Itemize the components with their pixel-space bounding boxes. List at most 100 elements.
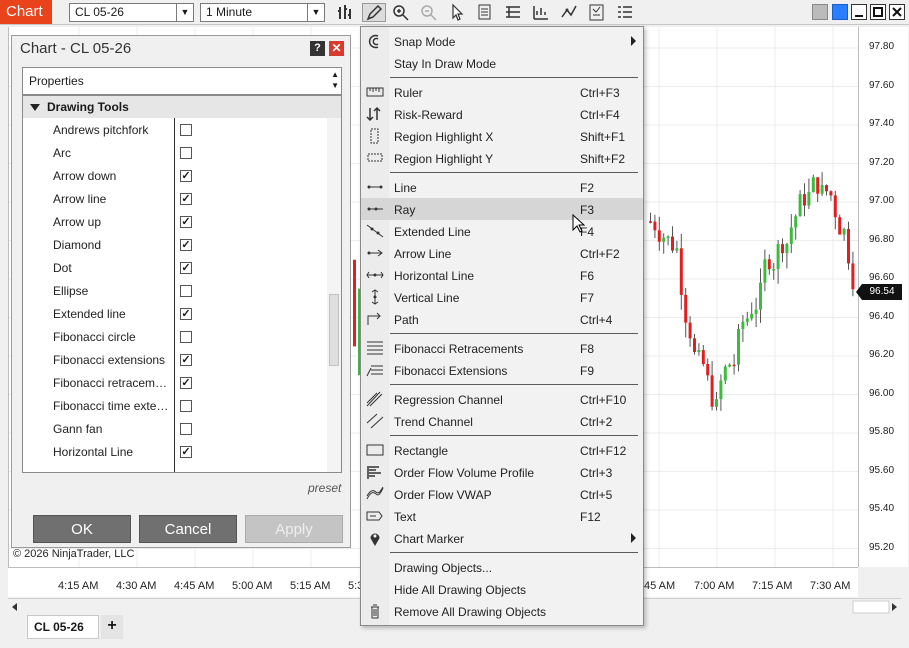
candle-up <box>842 228 846 235</box>
candle-up <box>697 350 701 353</box>
bar-type-icon[interactable] <box>335 3 355 22</box>
menu-item-label: Fibonacci Extensions <box>394 364 508 378</box>
menu-item-stay-in-draw-mode[interactable]: Stay In Draw Mode <box>361 52 643 74</box>
rectangle-icon <box>366 442 384 458</box>
menu-item-ruler[interactable]: Ruler Ctrl+F3 <box>361 81 643 103</box>
close-icon[interactable]: ✕ <box>329 41 344 56</box>
menu-item-order-flow-volume-profile[interactable]: Order Flow Volume Profile Ctrl+3 <box>361 461 643 483</box>
properties-label: Properties <box>29 74 84 88</box>
menu-item-shortcut: Shift+F2 <box>580 152 626 166</box>
menu-item-drawing-objects[interactable]: Drawing Objects... <box>361 556 643 578</box>
candle-up <box>794 216 798 228</box>
list-icon[interactable] <box>615 3 635 22</box>
data-box-icon[interactable] <box>475 3 495 22</box>
menu-item-fibonacci-extensions[interactable]: Fibonacci Extensions F9 <box>361 359 643 381</box>
menu-item-path[interactable]: Path Ctrl+4 <box>361 308 643 330</box>
menu-item-rectangle[interactable]: Rectangle Ctrl+F12 <box>361 439 643 461</box>
tree-scrollbar[interactable] <box>327 118 341 472</box>
y-tick: 97.40 <box>869 118 895 129</box>
expand-triangle-icon[interactable] <box>30 104 40 111</box>
window-color-blue[interactable] <box>832 4 848 20</box>
checkbox-checked[interactable]: ✓ <box>180 377 192 389</box>
menu-item-vertical-line[interactable]: Vertical Line F7 <box>361 286 643 308</box>
checkbox-unchecked[interactable] <box>180 331 192 343</box>
menu-item-fibonacci-retracements[interactable]: Fibonacci Retracements F8 <box>361 337 643 359</box>
candle-up <box>737 329 740 365</box>
pointer-icon[interactable] <box>447 3 467 22</box>
checkbox-checked[interactable]: ✓ <box>180 308 192 320</box>
checkbox-checked[interactable]: ✓ <box>180 193 192 205</box>
help-icon[interactable]: ? <box>310 41 325 56</box>
zoom-in-icon[interactable] <box>391 3 411 22</box>
menu-item-text[interactable]: Text F12 <box>361 505 643 527</box>
spinner-icon[interactable]: ▲ ▼ <box>331 69 339 91</box>
apply-button[interactable]: Apply <box>245 515 343 543</box>
checkbox-unchecked[interactable] <box>180 400 192 412</box>
checkbox-unchecked[interactable] <box>180 124 192 136</box>
drawing-tools-icon[interactable] <box>362 3 386 22</box>
candle-down <box>653 221 657 231</box>
instrument-selector[interactable]: CL 05-26 ▼ <box>69 3 194 22</box>
checkbox-checked[interactable]: ✓ <box>180 216 192 228</box>
ok-button[interactable]: OK <box>33 515 131 543</box>
y-tick: 95.40 <box>869 503 895 514</box>
menu-item-regression-channel[interactable]: Regression Channel Ctrl+F10 <box>361 388 643 410</box>
add-tab-button[interactable]: + <box>101 615 123 639</box>
y-tick: 96.40 <box>869 310 895 322</box>
menu-separator <box>390 333 638 334</box>
minimize-icon[interactable] <box>851 4 867 20</box>
window-color-grey[interactable] <box>812 4 828 20</box>
menu-item-chart-marker[interactable]: Chart Marker <box>361 527 643 549</box>
candle-down <box>767 259 771 270</box>
menu-item-line[interactable]: Line F2 <box>361 176 643 198</box>
properties-selector[interactable]: Properties ▲ ▼ <box>22 67 342 95</box>
checkbox-checked[interactable]: ✓ <box>180 170 192 182</box>
strategies-icon[interactable] <box>559 3 579 22</box>
candle-up <box>728 364 732 367</box>
menu-item-risk-reward[interactable]: Risk-Reward Ctrl+F4 <box>361 103 643 125</box>
checkbox-unchecked[interactable] <box>180 285 192 297</box>
zoom-out-icon[interactable] <box>419 3 439 22</box>
templates-icon[interactable] <box>503 3 523 22</box>
checkbox-checked[interactable]: ✓ <box>180 446 192 458</box>
menu-item-label: Snap Mode <box>394 35 456 49</box>
interval-selector[interactable]: 1 Minute ▼ <box>200 3 325 22</box>
tab-cl-05-26[interactable]: CL 05-26 <box>27 615 99 639</box>
checkbox-unchecked[interactable] <box>180 147 192 159</box>
preset-link[interactable]: preset <box>308 481 341 495</box>
checkbox-checked[interactable]: ✓ <box>180 239 192 251</box>
close-icon[interactable] <box>889 4 905 20</box>
menu-item-order-flow-vwap[interactable]: Order Flow VWAP Ctrl+5 <box>361 483 643 505</box>
menu-item-horizontal-line[interactable]: Horizontal Line F6 <box>361 264 643 286</box>
checkbox-unchecked[interactable] <box>180 423 192 435</box>
menu-item-shortcut: Shift+F1 <box>580 130 626 144</box>
checkbox-checked[interactable]: ✓ <box>180 354 192 366</box>
menu-item-remove-all-drawing-objects[interactable]: Remove All Drawing Objects <box>361 600 643 622</box>
checkbox-checked[interactable]: ✓ <box>180 262 192 274</box>
chart-properties-dialog: Chart - CL 05-26 ? ✕ Properties ▲ ▼ Drawi… <box>11 35 351 548</box>
tree-section-drawing-tools[interactable]: Drawing Tools <box>23 96 341 118</box>
maximize-icon[interactable] <box>870 4 886 20</box>
drawing-tools-menu: Snap Mode Stay In Draw Mode Ruler Ctrl+F3 Ri… <box>360 26 644 626</box>
menu-item-ray[interactable]: Ray F3 <box>361 198 643 220</box>
cancel-button[interactable]: Cancel <box>139 515 237 543</box>
chart-menu-button[interactable]: Chart <box>0 0 52 24</box>
menu-item-region-highlight-x[interactable]: Region Highlight X Shift+F1 <box>361 125 643 147</box>
indicators-icon[interactable] <box>531 3 551 22</box>
line-icon <box>366 179 384 195</box>
y-tick: 96.60 <box>869 272 895 283</box>
menu-item-region-highlight-y[interactable]: Region Highlight Y Shift+F2 <box>361 147 643 169</box>
menu-item-label: Fibonacci Retracements <box>394 342 524 356</box>
menu-item-label: Rectangle <box>394 444 449 458</box>
menu-item-snap-mode[interactable]: Snap Mode <box>361 30 643 52</box>
text-icon <box>366 508 384 524</box>
properties-icon[interactable] <box>587 3 607 22</box>
scrollbar-thumb[interactable] <box>329 294 339 366</box>
tree-row-label: Arrow up <box>53 215 102 229</box>
menu-item-extended-line[interactable]: Extended Line F4 <box>361 220 643 242</box>
candle-up <box>715 399 718 407</box>
menu-item-trend-channel[interactable]: Trend Channel Ctrl+2 <box>361 410 643 432</box>
menu-item-hide-all-drawing-objects[interactable]: Hide All Drawing Objects <box>361 578 643 600</box>
menu-item-label: Horizontal Line <box>394 269 475 283</box>
menu-item-arrow-line[interactable]: Arrow Line Ctrl+F2 <box>361 242 643 264</box>
